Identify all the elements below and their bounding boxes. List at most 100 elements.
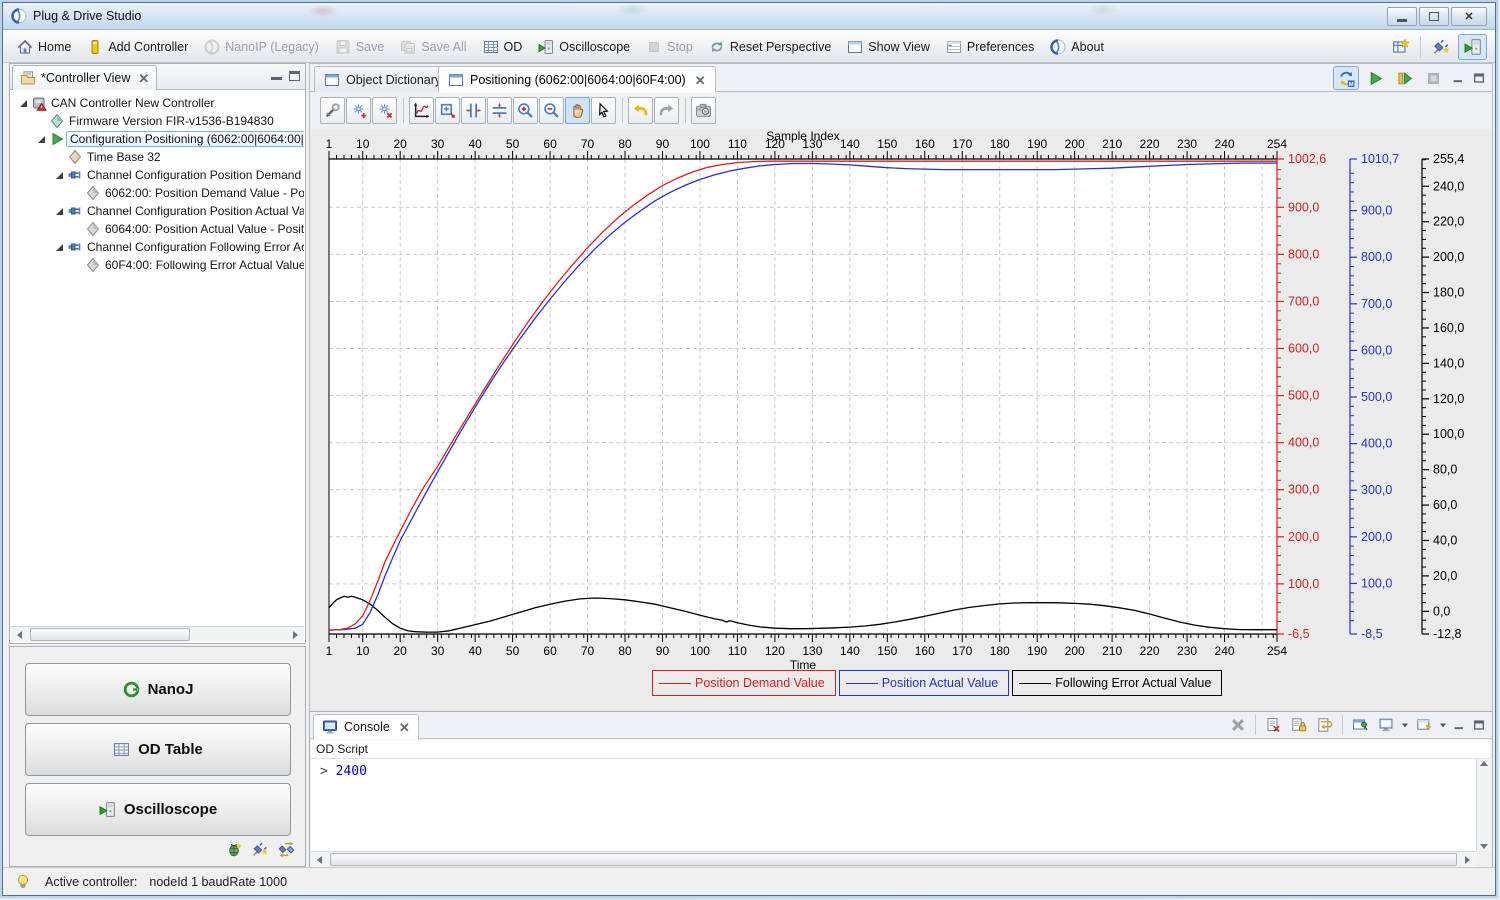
display-selected-console-button[interactable] [1374, 714, 1398, 736]
tree-item-channel-configuration-position-demand-va[interactable]: Channel Configuration Position Demand Va… [11, 166, 304, 184]
record-button[interactable]: M [1333, 66, 1359, 90]
tree-item-6064-00-position-actual-value-position-a[interactable]: 6064:00: Position Actual Value - Positio… [11, 220, 304, 238]
home-icon [17, 39, 33, 55]
tree-item-channel-configuration-position-actual-va[interactable]: Channel Configuration Position Actual Va… [11, 202, 304, 220]
tree-item-can-controller-new-controller[interactable]: CAN Controller New Controller [11, 94, 304, 112]
start-button[interactable] [1362, 66, 1388, 90]
console-content[interactable]: > 2400 [311, 759, 1476, 851]
window-close-button[interactable]: ✕ [1451, 7, 1487, 26]
scroll-left-arrow[interactable] [11, 627, 28, 642]
chart-settings-button[interactable] [320, 97, 345, 124]
fit-chart-button[interactable] [409, 97, 434, 124]
scroll-right-arrow[interactable] [287, 627, 304, 642]
nanoj-button[interactable]: NanoJ [25, 663, 291, 716]
svg-text:150: 150 [877, 644, 897, 658]
toolbar-item-od[interactable]: OD [475, 34, 531, 60]
console-vertical-scrollbar[interactable] [1476, 759, 1491, 851]
scroll-lock-button[interactable] [1287, 714, 1311, 736]
add-marker-button[interactable] [346, 97, 371, 124]
title-bar[interactable]: Plug & Drive Studio ✕ [3, 3, 1495, 30]
maximize-console-button[interactable] [1470, 716, 1488, 734]
maximize-view-button[interactable] [1470, 69, 1488, 87]
scroll-down-arrow[interactable] [1480, 844, 1488, 849]
tab-controller-view[interactable]: *Controller View ✕ [12, 65, 157, 90]
console-horizontal-scrollbar[interactable] [311, 851, 1476, 867]
open-perspective-button[interactable] [1386, 34, 1415, 60]
toolbar-item-oscilloscope[interactable]: Oscilloscope [530, 34, 638, 60]
main-toolbar: HomeAdd ControllerNanoIP (Legacy)SaveSav… [3, 30, 1495, 63]
pin-console-button[interactable] [1348, 714, 1372, 736]
zoom-region-button[interactable] [435, 97, 460, 124]
select-button[interactable] [591, 97, 616, 124]
window-minimize-button[interactable] [1387, 7, 1417, 26]
maximize-panel-icon[interactable] [289, 71, 300, 81]
zoom-out-button[interactable] [539, 97, 564, 124]
toolbar-item-show-view[interactable]: Show View [839, 34, 938, 60]
expand-arrow-icon[interactable] [37, 134, 47, 144]
toolbar-item-home[interactable]: Home [9, 34, 79, 60]
open-console-button[interactable] [1412, 714, 1436, 736]
expand-arrow-icon[interactable] [55, 170, 65, 180]
dropdown-caret-icon[interactable] [1400, 714, 1410, 736]
tree-item-6062-00-position-demand-value-position-d[interactable]: 6062:00: Position Demand Value - Positio… [11, 184, 304, 202]
pan-button[interactable] [565, 97, 590, 124]
stop-icon [646, 39, 662, 55]
fit-horizontal-button[interactable] [461, 97, 486, 124]
chart-toolbar [309, 92, 1493, 129]
zoom-in-button[interactable] [513, 97, 538, 124]
oscilloscope-button[interactable]: Oscilloscope [25, 783, 291, 836]
remove-marker-button[interactable] [372, 97, 397, 124]
toolbar-item-about[interactable]: About [1042, 34, 1112, 60]
single-shot-button[interactable] [1391, 66, 1417, 90]
word-wrap-button[interactable] [1313, 714, 1337, 736]
close-tab-icon[interactable]: ✕ [138, 72, 149, 85]
minimize-console-button[interactable] [1450, 716, 1468, 734]
expand-arrow-icon[interactable] [55, 242, 65, 252]
clear-console-button[interactable] [1261, 714, 1285, 736]
tree-item-channel-configuration-following-error-ac[interactable]: Channel Configuration Following Error Ac… [11, 238, 304, 256]
diamond-gray-icon [85, 221, 101, 237]
redo-button[interactable] [654, 97, 679, 124]
window-maximize-button[interactable] [1419, 7, 1449, 26]
editor-tab-positioning-6062-00-6064-00-60[interactable]: Positioning (6062:00|6064:00|60F4:00)✕ [438, 66, 716, 93]
screenshot-button[interactable] [691, 97, 716, 124]
scrollbar-thumb[interactable] [330, 853, 1457, 866]
minimize-panel-icon[interactable] [271, 77, 282, 80]
expand-arrow-icon[interactable] [55, 206, 65, 216]
undo-button[interactable] [628, 97, 653, 124]
app-window: Plug & Drive Studio ✕ HomeAdd Controller… [2, 2, 1496, 896]
close-console-tab-icon[interactable]: ✕ [399, 721, 410, 734]
svg-text:160,0: 160,0 [1433, 321, 1464, 335]
toolbar-item-add-controller[interactable]: Add Controller [79, 34, 196, 60]
tree-item-firmware-version-fir-v1536-b194830[interactable]: Firmware Version FIR-v1536-B194830 [11, 112, 304, 130]
toolbar-item-reset-perspective[interactable]: Reset Perspective [701, 34, 839, 60]
svg-text:100: 100 [690, 137, 710, 151]
od-table-button[interactable]: OD Table [25, 723, 291, 776]
legend-item-position-demand-value: Position Demand Value [652, 670, 836, 696]
close-tab-icon[interactable]: ✕ [695, 74, 706, 87]
fit-vertical-button[interactable] [487, 97, 512, 124]
tree-item-60f4-00-following-error-actual-value[interactable]: 60F4:00: Following Error Actual Value [11, 256, 304, 274]
svg-text:1: 1 [326, 137, 333, 151]
dropdown-caret-icon[interactable] [1438, 714, 1448, 736]
scroll-up-arrow[interactable] [1480, 761, 1488, 766]
toolbar-item-preferences[interactable]: Preferences [938, 34, 1042, 60]
scrollbar-thumb[interactable] [30, 628, 190, 641]
scroll-left-arrow[interactable] [311, 852, 328, 867]
tree-item-time-base-32[interactable]: Time Base 32 [11, 148, 304, 166]
svg-text:230: 230 [1177, 644, 1197, 658]
expand-arrow-icon[interactable] [19, 98, 29, 108]
tab-console[interactable]: Console ✕ [313, 714, 419, 739]
new-connection-button[interactable] [1426, 34, 1455, 60]
debug-bug-icon[interactable] [226, 841, 243, 858]
minimize-view-button[interactable] [1449, 69, 1467, 87]
oscilloscope-perspective-button[interactable] [1458, 34, 1487, 60]
oscilloscope-chart[interactable]: 1102030405060708090100110120130140150160… [310, 129, 1494, 711]
editor-tab-object-dictionary[interactable]: Object Dictionary [314, 66, 451, 92]
tree-item-configuration-positioning-6062-00-6064-0[interactable]: Configuration Positioning (6062:00|6064:… [11, 130, 304, 148]
plug-sync-icon[interactable] [278, 841, 295, 858]
svg-text:1002,6: 1002,6 [1288, 152, 1326, 166]
plug-sparkle-icon[interactable] [252, 841, 269, 858]
tree-horizontal-scrollbar[interactable] [11, 626, 304, 642]
scroll-right-arrow[interactable] [1459, 852, 1476, 867]
